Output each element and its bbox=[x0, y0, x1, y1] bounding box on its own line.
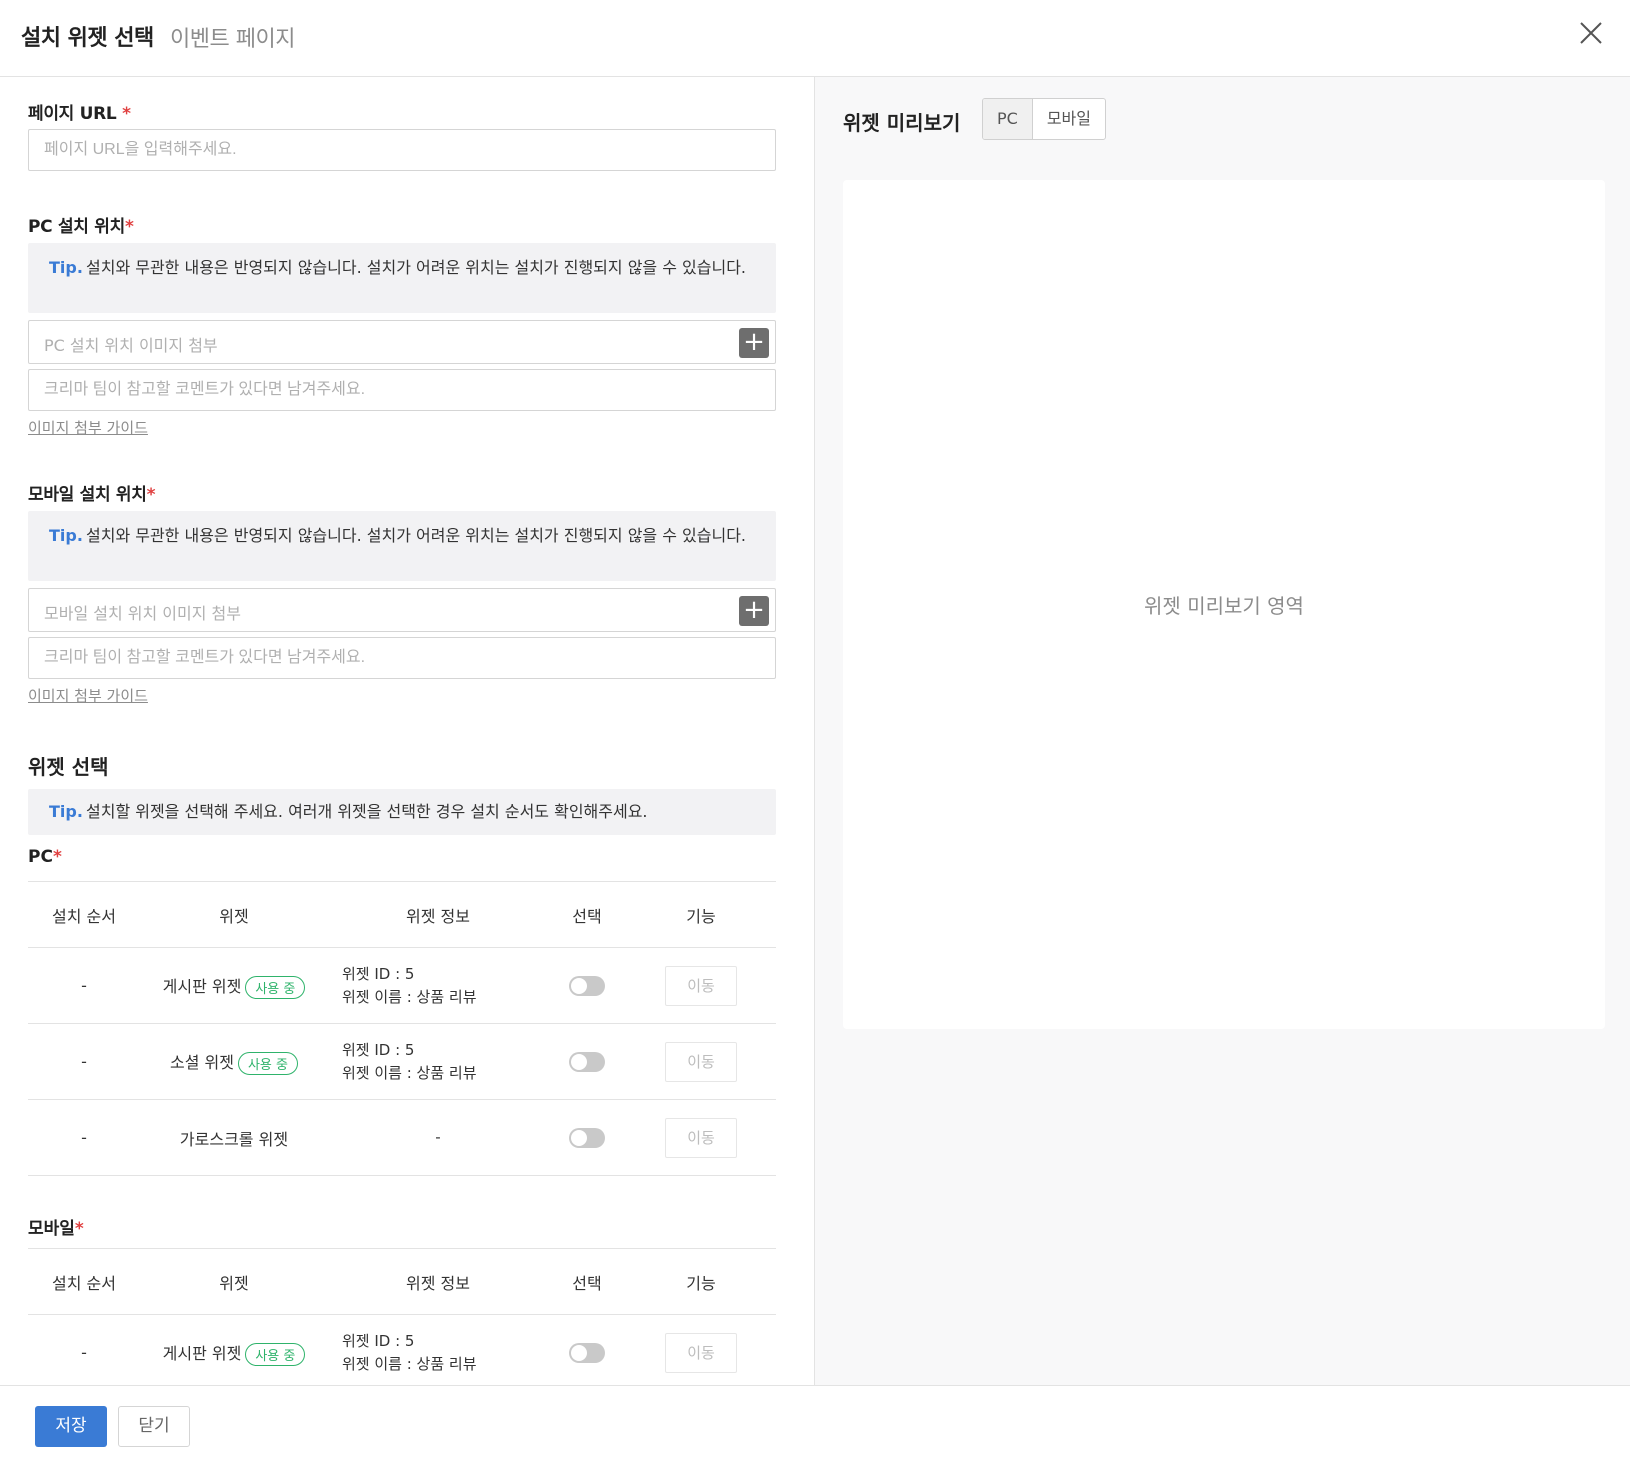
column-header-select: 선택 bbox=[548, 881, 626, 948]
mobile-image-attach-placeholder: 모바일 설치 위치 이미지 첨부 bbox=[44, 604, 241, 623]
action-cell: 이동 bbox=[626, 947, 776, 1024]
widget-info: - bbox=[328, 1099, 548, 1176]
select-cell bbox=[548, 1314, 626, 1385]
plus-icon[interactable]: + bbox=[739, 328, 769, 358]
tip-label: Tip. bbox=[49, 802, 83, 821]
table-row: - 가로스크롤 위젯 - 이동 bbox=[28, 1099, 776, 1176]
select-cell bbox=[548, 1023, 626, 1100]
modal-footer: 저장 닫기 bbox=[0, 1385, 1630, 1466]
preview-device-tabs: PC 모바일 bbox=[982, 98, 1106, 140]
install-order: - bbox=[28, 1099, 140, 1176]
select-cell bbox=[548, 1099, 626, 1176]
widget-id: 위젯 ID : 5 bbox=[342, 964, 415, 983]
select-toggle[interactable] bbox=[569, 975, 605, 996]
widget-info: 위젯 ID : 5 위젯 이름 : 상품 리뷰 bbox=[328, 1023, 548, 1100]
action-cell: 이동 bbox=[626, 1099, 776, 1176]
widget-info: 위젯 ID : 5 위젯 이름 : 상품 리뷰 bbox=[328, 947, 548, 1024]
mobile-location-tip: Tip. 설치와 무관한 내용은 반영되지 않습니다. 설치가 어려운 위치는 … bbox=[28, 511, 776, 581]
column-header-widget: 위젯 bbox=[140, 881, 328, 948]
modal-title: 설치 위젯 선택 bbox=[21, 26, 154, 51]
widget-name-cell: 게시판 위젯 사용 중 bbox=[140, 947, 328, 1024]
column-header-info: 위젯 정보 bbox=[328, 1248, 548, 1315]
status-badge: 사용 중 bbox=[245, 1342, 306, 1366]
pc-comment-input[interactable] bbox=[28, 369, 776, 411]
page-url-input[interactable] bbox=[28, 129, 776, 171]
tip-text: 설치할 위젯을 선택해 주세요. 여러개 위젯을 선택한 경우 설치 순서도 확… bbox=[86, 802, 648, 821]
move-button[interactable]: 이동 bbox=[665, 1332, 737, 1373]
preview-placeholder: 위젯 미리보기 영역 bbox=[1144, 594, 1304, 618]
tab-pc[interactable]: PC bbox=[983, 99, 1033, 139]
widget-name-cell: 가로스크롤 위젯 bbox=[140, 1099, 328, 1176]
widget-name: 소셜 위젯 bbox=[170, 1052, 234, 1072]
save-button[interactable]: 저장 bbox=[35, 1406, 107, 1447]
widget-name-cell: 소셜 위젯 사용 중 bbox=[140, 1023, 328, 1100]
close-icon[interactable] bbox=[1578, 20, 1604, 46]
pc-location-tip: Tip. 설치와 무관한 내용은 반영되지 않습니다. 설치가 어려운 위치는 … bbox=[28, 243, 776, 313]
action-cell: 이동 bbox=[626, 1023, 776, 1100]
select-toggle[interactable] bbox=[569, 1127, 605, 1148]
preview-panel: 위젯 미리보기 PC 모바일 위젯 미리보기 영역 bbox=[815, 77, 1630, 1385]
preview-title: 위젯 미리보기 bbox=[843, 111, 961, 135]
column-header-action: 기능 bbox=[626, 1248, 776, 1315]
column-header-order: 설치 순서 bbox=[28, 881, 140, 948]
widget-id: 위젯 ID : 5 bbox=[342, 1331, 415, 1350]
widget-title: 위젯 이름 : 상품 리뷰 bbox=[342, 987, 477, 1006]
tip-text: 설치와 무관한 내용은 반영되지 않습니다. 설치가 어려운 위치는 설치가 진… bbox=[86, 258, 747, 277]
widget-name: 게시판 위젯 bbox=[162, 1343, 242, 1363]
widget-id: 위젯 ID : 5 bbox=[342, 1040, 415, 1059]
widget-title: 위젯 이름 : 상품 리뷰 bbox=[342, 1354, 477, 1373]
table-row: - 소셜 위젯 사용 중 위젯 ID : 5 위젯 이름 : 상품 리뷰 이동 bbox=[28, 1023, 776, 1100]
pc-image-guide-link[interactable]: 이미지 첨부 가이드 bbox=[28, 417, 148, 438]
mobile-widget-table: 설치 순서 위젯 위젯 정보 선택 기능 - 게시판 위젯 사용 중 위젯 ID … bbox=[28, 1248, 776, 1385]
mobile-image-guide-link[interactable]: 이미지 첨부 가이드 bbox=[28, 685, 148, 706]
move-button[interactable]: 이동 bbox=[665, 965, 737, 1006]
tab-mobile[interactable]: 모바일 bbox=[1033, 99, 1105, 139]
widget-name: 게시판 위젯 bbox=[162, 976, 242, 996]
tip-label: Tip. bbox=[49, 526, 83, 545]
modal-subtitle: 이벤트 페이지 bbox=[170, 27, 295, 52]
widget-name: 가로스크롤 위젯 bbox=[179, 1129, 289, 1149]
preview-area: 위젯 미리보기 영역 bbox=[843, 180, 1605, 1029]
tip-text: 설치와 무관한 내용은 반영되지 않습니다. 설치가 어려운 위치는 설치가 진… bbox=[86, 526, 747, 545]
move-button[interactable]: 이동 bbox=[665, 1041, 737, 1082]
widget-title: 위젯 이름 : 상품 리뷰 bbox=[342, 1063, 477, 1082]
plus-icon[interactable]: + bbox=[739, 596, 769, 626]
status-badge: 사용 중 bbox=[237, 1051, 298, 1075]
column-header-action: 기능 bbox=[626, 881, 776, 948]
mobile-location-label: 모바일 설치 위치* bbox=[28, 485, 156, 505]
table-row: - 게시판 위젯 사용 중 위젯 ID : 5 위젯 이름 : 상품 리뷰 이동 bbox=[28, 1314, 776, 1385]
select-toggle[interactable] bbox=[569, 1342, 605, 1363]
form-panel: 페이지 URL * PC 설치 위치* Tip. 설치와 무관한 내용은 반영되… bbox=[0, 77, 815, 1385]
install-order: - bbox=[28, 1314, 140, 1385]
column-header-order: 설치 순서 bbox=[28, 1248, 140, 1315]
move-button[interactable]: 이동 bbox=[665, 1117, 737, 1158]
close-button[interactable]: 닫기 bbox=[118, 1406, 190, 1447]
mobile-widget-label: 모바일* bbox=[28, 1219, 84, 1239]
widget-name-cell: 게시판 위젯 사용 중 bbox=[140, 1314, 328, 1385]
action-cell: 이동 bbox=[626, 1314, 776, 1385]
widget-select-title: 위젯 선택 bbox=[28, 755, 109, 779]
table-row: - 게시판 위젯 사용 중 위젯 ID : 5 위젯 이름 : 상품 리뷰 이동 bbox=[28, 947, 776, 1024]
mobile-comment-input[interactable] bbox=[28, 637, 776, 679]
tip-label: Tip. bbox=[49, 258, 83, 277]
select-cell bbox=[548, 947, 626, 1024]
pc-widget-label: PC* bbox=[28, 847, 62, 867]
pc-image-attach-placeholder: PC 설치 위치 이미지 첨부 bbox=[44, 336, 218, 355]
install-order: - bbox=[28, 1023, 140, 1100]
column-header-widget: 위젯 bbox=[140, 1248, 328, 1315]
mobile-image-attach-field[interactable]: 모바일 설치 위치 이미지 첨부 + bbox=[28, 588, 776, 632]
widget-info: 위젯 ID : 5 위젯 이름 : 상품 리뷰 bbox=[328, 1314, 548, 1385]
widget-select-tip: Tip. 설치할 위젯을 선택해 주세요. 여러개 위젯을 선택한 경우 설치 … bbox=[28, 789, 776, 835]
pc-widget-table: 설치 순서 위젯 위젯 정보 선택 기능 - 게시판 위젯 사용 중 위젯 ID … bbox=[28, 881, 776, 1176]
modal-header: 설치 위젯 선택 이벤트 페이지 bbox=[0, 0, 1630, 77]
select-toggle[interactable] bbox=[569, 1051, 605, 1072]
status-badge: 사용 중 bbox=[245, 975, 306, 999]
install-order: - bbox=[28, 947, 140, 1024]
column-header-info: 위젯 정보 bbox=[328, 881, 548, 948]
page-url-label: 페이지 URL * bbox=[28, 104, 131, 124]
column-header-select: 선택 bbox=[548, 1248, 626, 1315]
pc-image-attach-field[interactable]: PC 설치 위치 이미지 첨부 + bbox=[28, 320, 776, 364]
pc-location-label: PC 설치 위치* bbox=[28, 217, 134, 237]
